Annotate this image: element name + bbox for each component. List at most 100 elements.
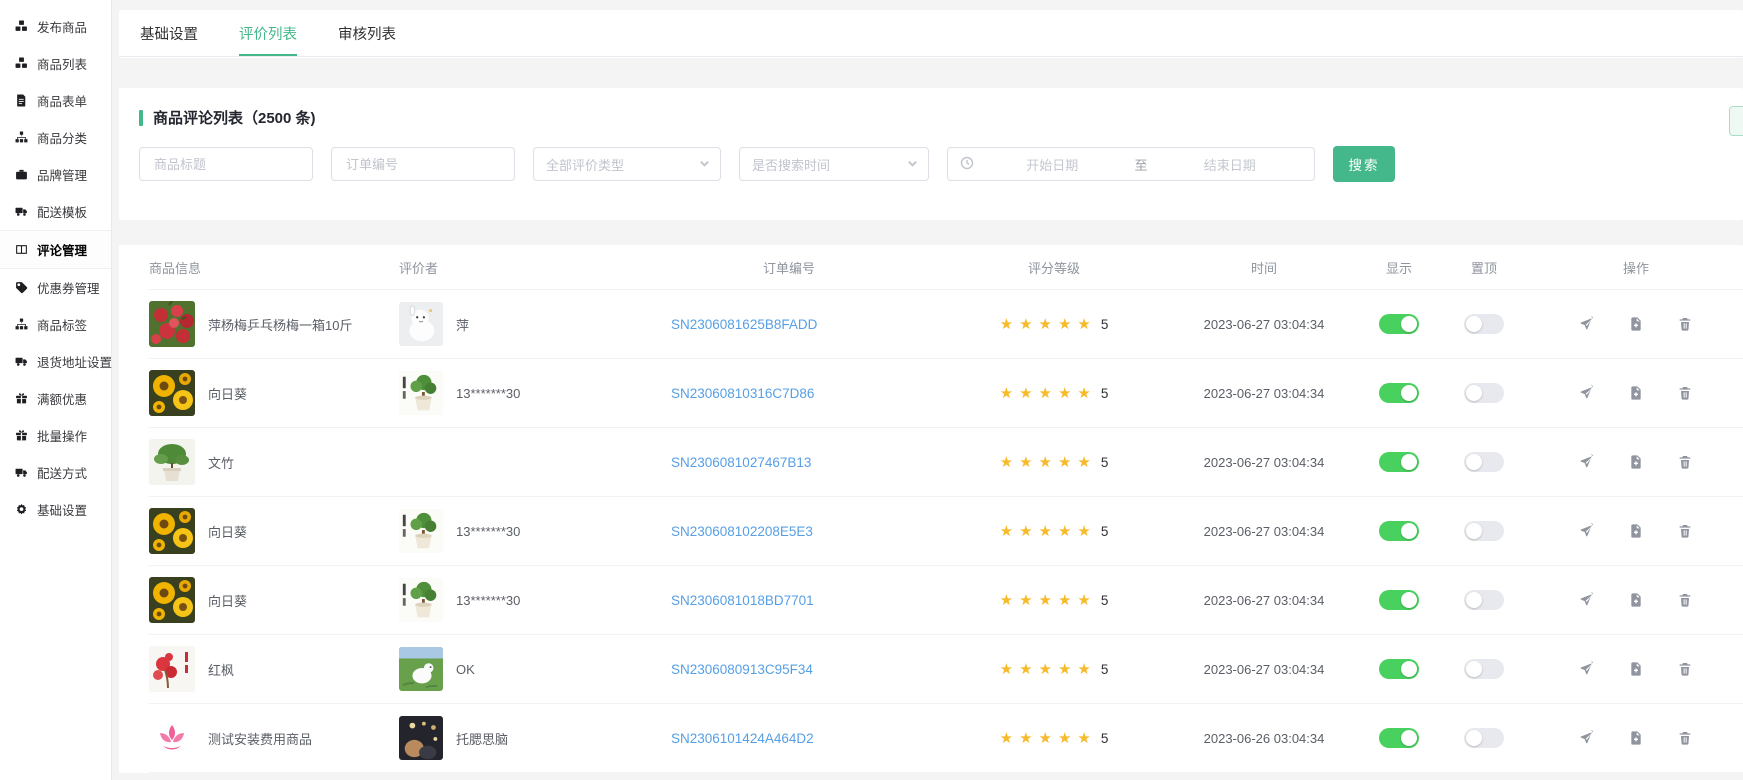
sidebar-item-8[interactable]: 优惠券管理: [0, 269, 111, 306]
filter-bar: 全部评价类型 是否搜索时间 开始日期 至: [139, 146, 1723, 182]
toggle-knob: [1401, 592, 1417, 608]
pin-toggle[interactable]: [1464, 659, 1504, 679]
chevron-down-icon: [699, 157, 710, 172]
time-search-select[interactable]: 是否搜索时间: [739, 147, 929, 181]
sidebar-item-12[interactable]: 批量操作: [0, 417, 111, 454]
show-toggle[interactable]: [1379, 314, 1419, 334]
send-icon[interactable]: [1579, 316, 1595, 332]
truck-icon: [15, 205, 28, 218]
star-icon: ★: [1019, 661, 1032, 678]
send-icon[interactable]: [1579, 523, 1595, 539]
delete-icon[interactable]: [1677, 385, 1693, 401]
sidebar-item-1[interactable]: 发布商品: [0, 8, 111, 45]
sidebar-item-10[interactable]: 退货地址设置: [0, 343, 111, 380]
tab-1[interactable]: 基础设置: [140, 10, 198, 56]
pin-toggle[interactable]: [1464, 314, 1504, 334]
rating-score: 5: [1101, 386, 1109, 401]
show-toggle[interactable]: [1379, 452, 1419, 472]
table-row: 测试安装费用商品 托腮思脑 SN2306101424A464D2 ★★★★★ 5…: [149, 704, 1743, 773]
add-file-icon[interactable]: [1628, 316, 1644, 332]
search-button[interactable]: 搜索: [1333, 146, 1395, 182]
sidebar-item-2[interactable]: 商品列表: [0, 45, 111, 82]
cubes-icon: [15, 57, 28, 70]
sidebar-item-3[interactable]: 商品表单: [0, 82, 111, 119]
show-toggle[interactable]: [1379, 383, 1419, 403]
order-cell: SN23060810316C7D86: [639, 386, 939, 401]
end-date-field[interactable]: 结束日期: [1158, 155, 1303, 174]
toggle-knob: [1401, 523, 1417, 539]
tab-2[interactable]: 评价列表: [239, 10, 297, 56]
delete-icon[interactable]: [1677, 592, 1693, 608]
order-number-link[interactable]: SN2306081027467B13: [639, 455, 811, 470]
send-icon[interactable]: [1579, 385, 1595, 401]
sidebar-item-4[interactable]: 商品分类: [0, 119, 111, 156]
review-time: 2023-06-27 03:04:34: [1169, 524, 1359, 539]
star-rating: ★★★★★: [1000, 384, 1097, 402]
pin-toggle[interactable]: [1464, 521, 1504, 541]
sidebar-item-7[interactable]: 评论管理: [0, 230, 111, 269]
add-file-icon[interactable]: [1628, 730, 1644, 746]
date-range-picker[interactable]: 开始日期 至 结束日期: [947, 147, 1315, 181]
sidebar-item-9[interactable]: 商品标签: [0, 306, 111, 343]
star-icon: ★: [1058, 454, 1071, 471]
toggle-knob: [1466, 454, 1482, 470]
review-panel: 商品评论列表（2500 条) + 新增 全部评价类型 是否搜索时间: [119, 88, 1743, 220]
sidebar: 发布商品商品列表商品表单商品分类品牌管理配送模板评论管理优惠券管理商品标签退货地…: [0, 0, 112, 780]
sidebar-item-11[interactable]: 满额优惠: [0, 380, 111, 417]
add-file-icon[interactable]: [1628, 592, 1644, 608]
product-title-input[interactable]: [152, 156, 300, 173]
delete-icon[interactable]: [1677, 661, 1693, 677]
reviewer-name: 托腮思脑: [456, 729, 508, 748]
show-toggle[interactable]: [1379, 728, 1419, 748]
send-icon[interactable]: [1579, 730, 1595, 746]
reviewer-name: 萍: [456, 315, 469, 334]
delete-icon[interactable]: [1677, 730, 1693, 746]
order-no-input[interactable]: [344, 156, 502, 173]
sidebar-item-6[interactable]: 配送模板: [0, 193, 111, 230]
panel-title-row: 商品评论列表（2500 条): [139, 107, 1723, 128]
date-range-separator: 至: [1131, 155, 1152, 174]
add-file-icon[interactable]: [1628, 454, 1644, 470]
tab-3[interactable]: 审核列表: [338, 10, 396, 56]
send-icon[interactable]: [1579, 661, 1595, 677]
delete-icon[interactable]: [1677, 454, 1693, 470]
actions-cell: [1529, 661, 1743, 677]
add-new-button[interactable]: + 新增: [1729, 106, 1743, 136]
show-toggle[interactable]: [1379, 659, 1419, 679]
sidebar-item-14[interactable]: 基础设置: [0, 491, 111, 528]
table-row: 向日葵 13*******30 SN2306081018BD7701 ★★★★★…: [149, 566, 1743, 635]
order-number-link[interactable]: SN2306081625B8FADD: [639, 317, 817, 332]
sitemap-icon: [15, 318, 28, 331]
review-type-select[interactable]: 全部评价类型: [533, 147, 721, 181]
rating-cell: ★★★★★ 5: [939, 384, 1169, 402]
sidebar-item-5[interactable]: 品牌管理: [0, 156, 111, 193]
start-date-field[interactable]: 开始日期: [980, 155, 1125, 174]
order-number-link[interactable]: SN23060810316C7D86: [639, 386, 814, 401]
clock-icon: [960, 156, 974, 173]
order-number-link[interactable]: SN2306101424A464D2: [639, 731, 814, 746]
order-no-filter[interactable]: [331, 147, 515, 181]
order-number-link[interactable]: SN230608102208E5E3: [639, 524, 813, 539]
send-icon[interactable]: [1579, 592, 1595, 608]
pin-toggle[interactable]: [1464, 728, 1504, 748]
pin-toggle[interactable]: [1464, 452, 1504, 472]
show-toggle[interactable]: [1379, 521, 1419, 541]
order-number-link[interactable]: SN2306081018BD7701: [639, 593, 814, 608]
actions-cell: [1529, 316, 1743, 332]
add-file-icon[interactable]: [1628, 661, 1644, 677]
show-toggle[interactable]: [1379, 590, 1419, 610]
star-icon: ★: [1077, 661, 1090, 678]
delete-icon[interactable]: [1677, 316, 1693, 332]
send-icon[interactable]: [1579, 454, 1595, 470]
add-file-icon[interactable]: [1628, 523, 1644, 539]
product-image: [149, 370, 195, 416]
add-file-icon[interactable]: [1628, 385, 1644, 401]
sidebar-item-13[interactable]: 配送方式: [0, 454, 111, 491]
product-title: 红枫: [208, 660, 234, 679]
pin-toggle[interactable]: [1464, 383, 1504, 403]
product-title-filter[interactable]: [139, 147, 313, 181]
delete-icon[interactable]: [1677, 523, 1693, 539]
pin-toggle[interactable]: [1464, 590, 1504, 610]
avatar: [399, 578, 443, 622]
order-number-link[interactable]: SN2306080913C95F34: [639, 662, 813, 677]
